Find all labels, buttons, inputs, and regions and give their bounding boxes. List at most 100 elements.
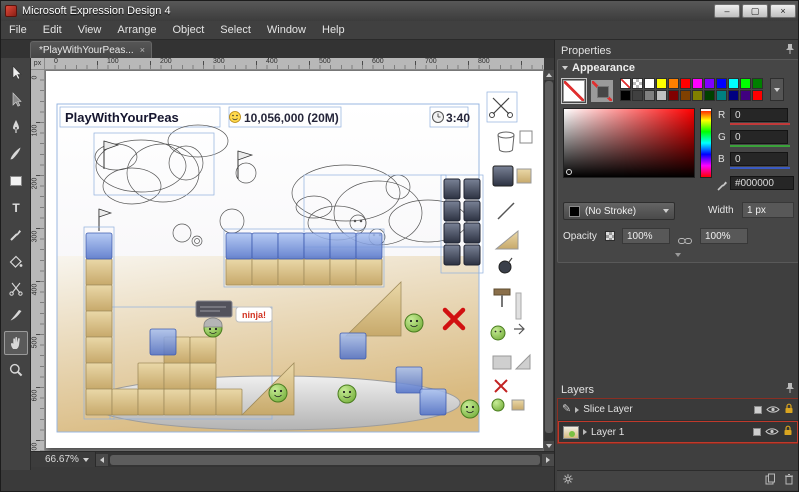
horizontal-scroll-thumb[interactable] xyxy=(110,455,540,465)
properties-title: Properties xyxy=(561,45,611,57)
rectangle-tool[interactable] xyxy=(4,169,28,193)
eyedropper-tool[interactable] xyxy=(4,223,28,247)
document-page[interactable]: PlayWithYourPeas 10,056,000 (20M) 3:40 xyxy=(46,71,543,448)
saturation-value-picker[interactable] xyxy=(563,108,695,178)
workspace: px 0 100 200 300 400 500 600 700 800 0 1… xyxy=(31,58,554,470)
color-swatch[interactable] xyxy=(728,90,739,101)
color-swatch[interactable] xyxy=(752,90,763,101)
hue-marker[interactable] xyxy=(701,109,711,111)
color-swatch[interactable] xyxy=(740,90,751,101)
color-swatch[interactable] xyxy=(704,78,715,89)
color-swatch[interactable] xyxy=(752,78,763,89)
tab-close-icon[interactable]: × xyxy=(140,45,145,55)
layer-thumb-toggle[interactable] xyxy=(754,406,762,414)
color-swatch[interactable] xyxy=(716,90,727,101)
vertical-scroll-thumb[interactable] xyxy=(545,81,553,433)
expander-icon[interactable] xyxy=(575,407,579,413)
blue-value-field[interactable]: 0 xyxy=(730,152,788,166)
layer-row-layer-1[interactable]: Layer 1 xyxy=(558,421,798,443)
hex-eyedropper-icon[interactable] xyxy=(716,178,728,197)
hex-value-field[interactable]: #000000 xyxy=(730,176,794,190)
pen-tool[interactable] xyxy=(4,115,28,139)
menu-view[interactable]: View xyxy=(70,21,110,39)
selection-tool[interactable] xyxy=(4,61,28,85)
paintbrush-tool[interactable] xyxy=(4,142,28,166)
layer-thumb-toggle[interactable] xyxy=(753,428,761,436)
scissors-tool[interactable] xyxy=(4,277,28,301)
fill-none-swatch[interactable] xyxy=(563,80,585,102)
hue-slider[interactable] xyxy=(700,108,712,178)
color-swatch[interactable] xyxy=(704,90,715,101)
color-swatch[interactable] xyxy=(632,90,643,101)
color-swatch[interactable] xyxy=(740,78,751,89)
swatch-transparent[interactable] xyxy=(632,78,643,89)
stroke-select-dropdown[interactable]: (No Stroke) xyxy=(563,202,675,220)
text-tool[interactable]: T xyxy=(4,196,28,220)
maximize-button[interactable]: ▢ xyxy=(742,4,768,18)
canvas-viewport[interactable]: PlayWithYourPeas 10,056,000 (20M) 3:40 xyxy=(45,70,544,451)
link-opacity-icon[interactable] xyxy=(678,232,692,250)
color-swatch[interactable] xyxy=(656,78,667,89)
stroke-none-swatch[interactable] xyxy=(591,80,613,102)
slice-knife-tool[interactable] xyxy=(4,304,28,328)
delete-layer-trash-icon[interactable] xyxy=(784,472,794,490)
color-swatch[interactable] xyxy=(656,90,667,101)
paint-bucket-tool[interactable] xyxy=(4,250,28,274)
menu-arrange[interactable]: Arrange xyxy=(109,21,164,39)
sv-marker[interactable] xyxy=(566,169,572,175)
color-swatch[interactable] xyxy=(668,78,679,89)
pin-icon[interactable] xyxy=(785,382,795,397)
horizontal-scrollbar[interactable] xyxy=(96,452,554,467)
color-swatch[interactable] xyxy=(644,90,655,101)
new-layer-icon[interactable] xyxy=(764,472,776,490)
stroke-width-field[interactable]: 1 px xyxy=(742,202,794,218)
lock-icon[interactable] xyxy=(784,401,794,419)
swatch-no-color[interactable] xyxy=(620,78,631,89)
color-swatch[interactable] xyxy=(680,78,691,89)
expand-properties-button[interactable] xyxy=(558,249,798,261)
minimize-button[interactable]: – xyxy=(714,4,740,18)
close-button[interactable]: × xyxy=(770,4,796,18)
layer-options-gear-icon[interactable] xyxy=(562,472,574,490)
color-swatch[interactable] xyxy=(668,90,679,101)
menu-file[interactable]: File xyxy=(1,21,35,39)
color-swatch[interactable] xyxy=(692,90,703,101)
fill-opacity-field[interactable]: 100% xyxy=(622,228,670,244)
green-value-field[interactable]: 0 xyxy=(730,130,788,144)
red-value-field[interactable]: 0 xyxy=(730,108,788,122)
visibility-eye-icon[interactable] xyxy=(766,401,780,419)
expander-icon[interactable] xyxy=(583,429,587,435)
menu-edit[interactable]: Edit xyxy=(35,21,70,39)
appearance-section-header[interactable]: Appearance xyxy=(562,62,635,74)
stroke-opacity-field[interactable]: 100% xyxy=(700,228,748,244)
scroll-right-button[interactable] xyxy=(542,454,554,466)
zoom-tool[interactable] xyxy=(4,358,28,382)
menu-select[interactable]: Select xyxy=(212,21,259,39)
menu-help[interactable]: Help xyxy=(314,21,353,39)
lock-icon[interactable] xyxy=(783,423,793,441)
layer-row-slice-layer[interactable]: ✎ Slice Layer xyxy=(558,399,798,421)
color-swatch[interactable] xyxy=(680,90,691,101)
zoom-control[interactable]: 66.67% xyxy=(31,452,96,467)
palette-more-button[interactable] xyxy=(770,78,784,101)
color-swatch[interactable] xyxy=(716,78,727,89)
color-swatch[interactable] xyxy=(692,78,703,89)
direct-selection-tool[interactable] xyxy=(4,88,28,112)
menu-object[interactable]: Object xyxy=(165,21,213,39)
hand-tool[interactable] xyxy=(4,331,28,355)
zoom-dropdown-icon[interactable] xyxy=(83,458,89,462)
color-swatch[interactable] xyxy=(728,78,739,89)
color-palette xyxy=(620,78,763,101)
scroll-up-button[interactable] xyxy=(544,70,554,80)
menu-window[interactable]: Window xyxy=(259,21,314,39)
color-swatch[interactable] xyxy=(644,78,655,89)
document-tab[interactable]: *PlayWithYourPeas... × xyxy=(30,41,152,58)
canvas-artwork[interactable]: PlayWithYourPeas 10,056,000 (20M) 3:40 xyxy=(46,71,543,448)
color-swatch[interactable] xyxy=(620,90,631,101)
scroll-down-button[interactable] xyxy=(544,441,554,451)
scroll-left-button[interactable] xyxy=(96,454,108,466)
visibility-eye-icon[interactable] xyxy=(765,423,779,441)
pin-icon[interactable] xyxy=(785,43,795,58)
vertical-scrollbar[interactable] xyxy=(544,70,554,451)
title-bar[interactable]: Microsoft Expression Design 4 – ▢ × xyxy=(1,1,799,21)
